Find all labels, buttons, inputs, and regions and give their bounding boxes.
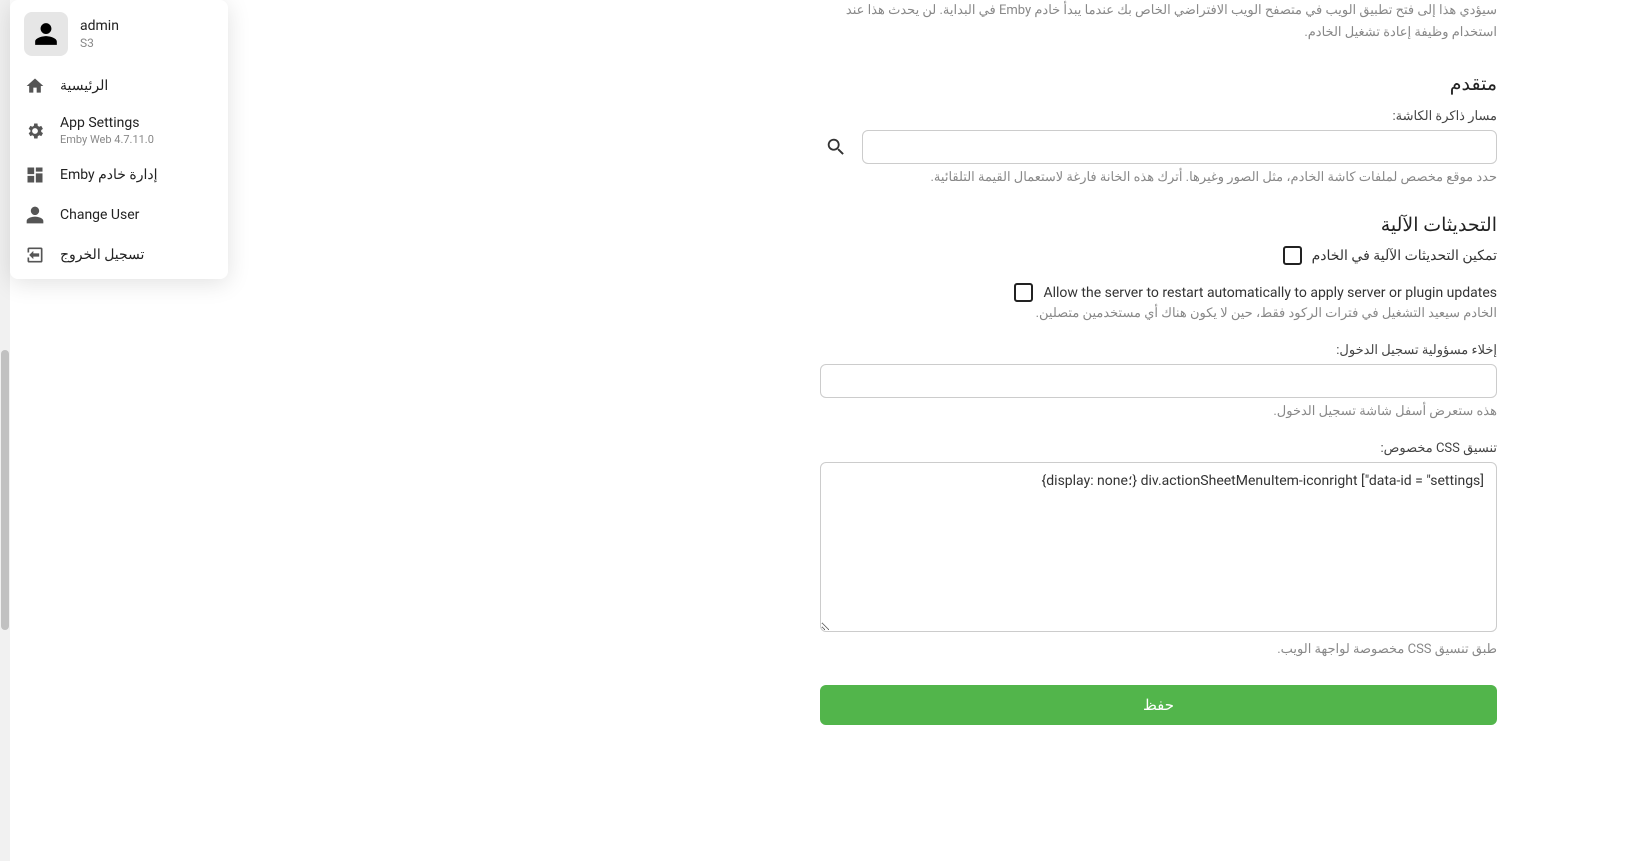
user-name: admin [80,18,214,34]
cache-path-field: مسار ذاكرة الكاشة: حدد موقع مخصص لملفات … [820,109,1497,185]
cache-path-help: حدد موقع مخصص لملفات كاشة الخادم، مثل ال… [820,170,1497,185]
save-button[interactable]: حفظ [820,685,1497,725]
person-icon [24,204,46,226]
user-sub: S3 [80,36,214,50]
allow-restart-checkbox[interactable] [1014,283,1033,302]
enable-updates-row[interactable]: تمكين التحديثات الآلية في الخادم [820,246,1497,265]
menu-label: App Settings [60,115,214,131]
menu-item-logout[interactable]: تسجيل الخروج [10,235,228,275]
browse-button[interactable] [820,131,852,163]
menu-item-app-settings[interactable]: App Settings Emby Web 4.7.11.0 [10,106,228,155]
login-disclaimer-input[interactable] [820,364,1497,398]
menu-label: الرئيسية [60,78,214,94]
section-title-advanced: متقدم [820,72,1497,95]
logout-icon [24,244,46,266]
custom-css-label: تنسيق CSS مخصوص: [820,441,1497,456]
login-disclaimer-label: إخلاء مسؤولية تسجيل الدخول: [820,343,1497,358]
menu-label: تسجيل الخروج [60,247,214,263]
menu-item-change-user[interactable]: Change User [10,195,228,235]
enable-updates-checkbox[interactable] [1283,246,1302,265]
custom-css-help: طبق تنسيق CSS مخصوصة لواجهة الويب. [820,642,1497,657]
main-content: سيؤدي هذا إلى فتح تطبيق الويب في متصفح ا… [820,0,1497,785]
section-title-updates: التحديثات الآلية [820,213,1497,236]
allow-restart-label: Allow the server to restart automaticall… [1043,285,1497,301]
custom-css-field: تنسيق CSS مخصوص: طبق تنسيق CSS مخصوصة لو… [820,441,1497,657]
avatar [24,12,68,56]
menu-label: Change User [60,207,214,223]
menu-item-manage-server[interactable]: إدارة خادم Emby [10,155,228,195]
search-icon [825,136,847,158]
cache-path-input[interactable] [862,130,1497,164]
dashboard-icon [24,164,46,186]
scrollbar-track[interactable] [0,0,10,861]
custom-css-textarea[interactable] [820,462,1497,632]
menu-label: إدارة خادم Emby [60,167,214,183]
menu-sublabel: Emby Web 4.7.11.0 [60,133,214,146]
home-icon [24,75,46,97]
top-help-text: سيؤدي هذا إلى فتح تطبيق الويب في متصفح ا… [820,0,1497,44]
allow-restart-row[interactable]: Allow the server to restart automaticall… [820,283,1497,302]
cache-path-label: مسار ذاكرة الكاشة: [820,109,1497,124]
person-icon [33,21,59,47]
gear-icon [24,120,46,142]
menu-item-home[interactable]: الرئيسية [10,66,228,106]
allow-restart-help: الخادم سيعيد التشغيل في فترات الركود فقط… [820,306,1497,321]
scrollbar-thumb[interactable] [1,350,9,630]
login-disclaimer-help: هذه ستعرض أسفل شاشة تسجيل الدخول. [820,404,1497,419]
user-menu: admin S3 الرئيسية App Settings Emby Web … [10,0,228,279]
enable-updates-label: تمكين التحديثات الآلية في الخادم [1312,248,1497,264]
login-disclaimer-field: إخلاء مسؤولية تسجيل الدخول: هذه ستعرض أس… [820,343,1497,419]
user-header: admin S3 [10,6,228,66]
